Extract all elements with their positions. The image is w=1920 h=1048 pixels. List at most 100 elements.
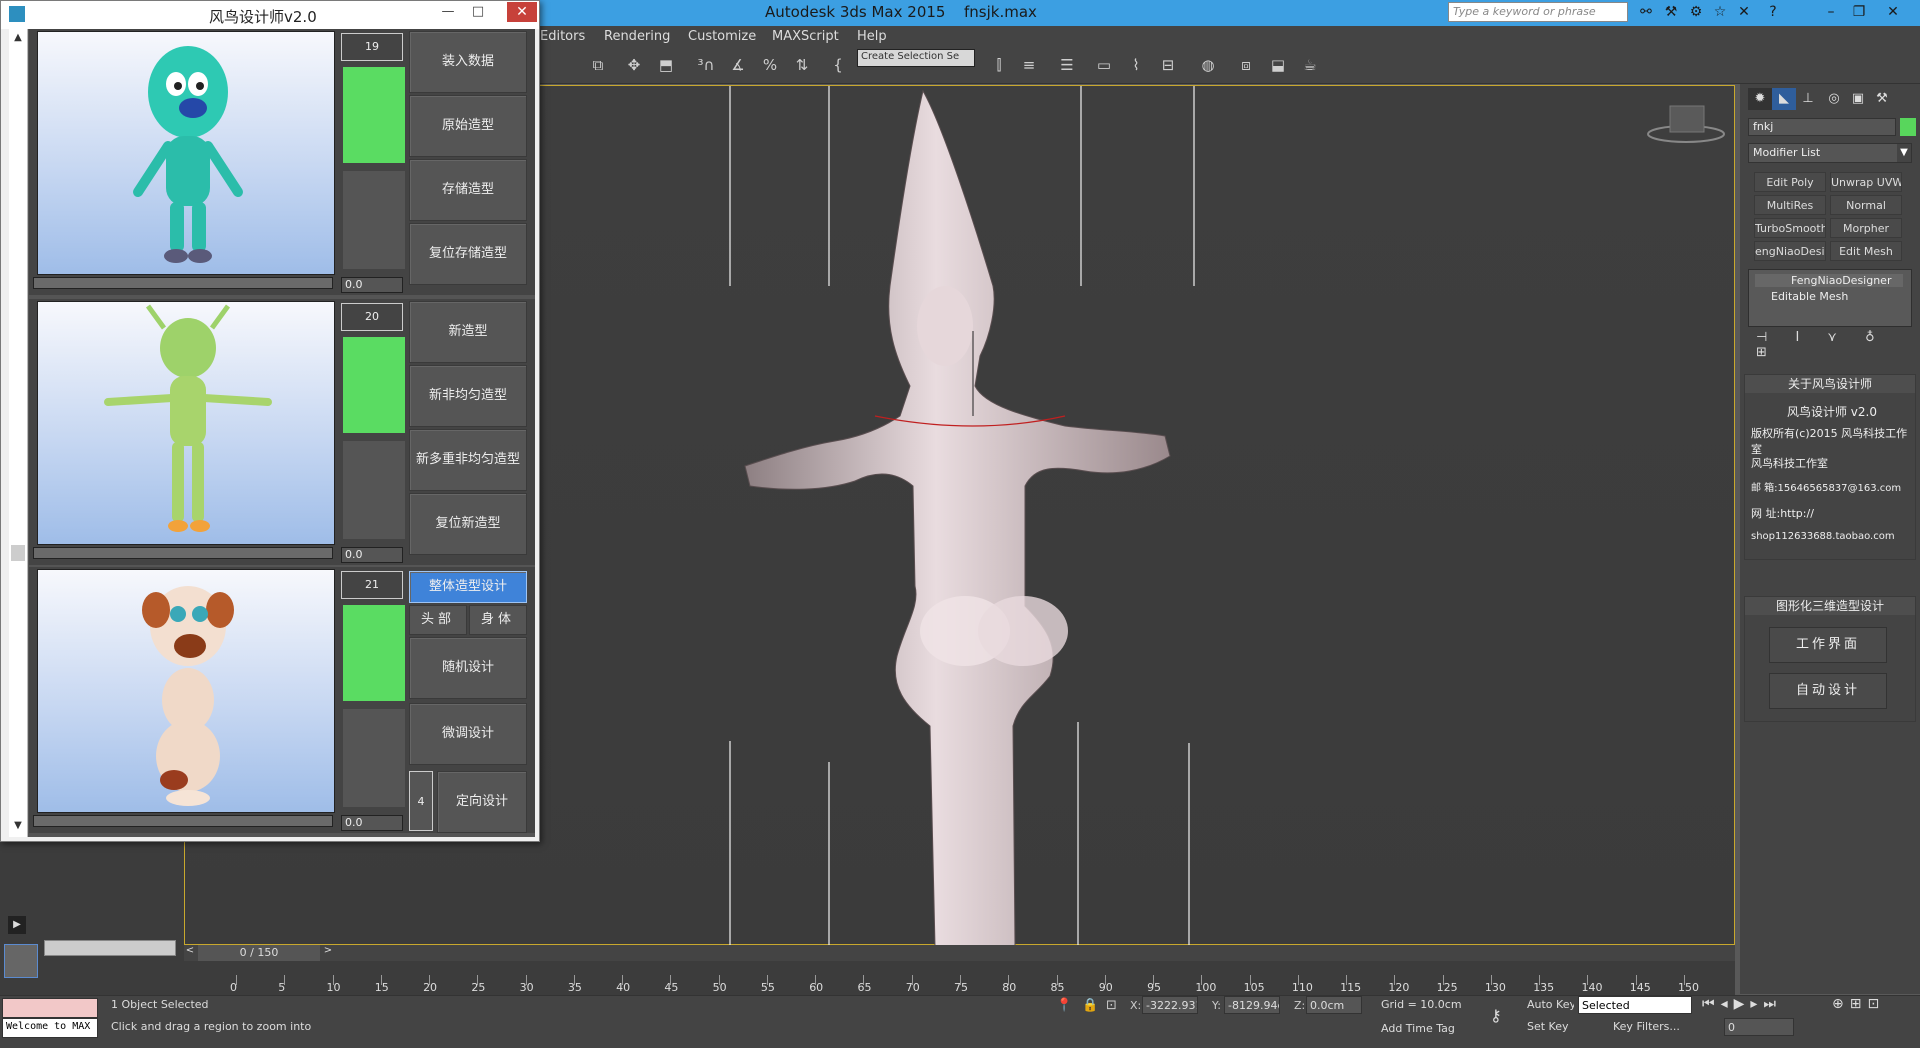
auto-key-button[interactable]: Auto Key [1524, 996, 1574, 1014]
preview-image-1[interactable] [37, 31, 335, 275]
gray-swatch-2[interactable] [343, 441, 405, 539]
new-multi-nonuniform-shape-button[interactable]: 新多重非均匀造型 [409, 429, 527, 491]
value-spinner-2[interactable]: 0.0 [341, 547, 403, 563]
hierarchy-tab-icon[interactable]: ⊥ [1796, 88, 1820, 110]
fine-tune-design-button[interactable]: 微调设计 [409, 703, 527, 765]
design-rollout-header[interactable]: 图形化三维造型设计 [1745, 597, 1915, 615]
modifier-edit-mesh-button[interactable]: Edit Mesh [1830, 241, 1902, 261]
value-spinner-3[interactable]: 0.0 [341, 815, 403, 831]
key-filters-button[interactable]: Key Filters... [1610, 1018, 1696, 1036]
time-position[interactable]: 0 / 150 [198, 945, 320, 961]
preview-scrollbar-1[interactable] [33, 277, 333, 289]
key-mode-dropdown[interactable]: Selected [1578, 996, 1692, 1014]
workspace-button[interactable]: 工作界面 [1769, 627, 1887, 663]
teapot-icon[interactable]: ☕ [1298, 53, 1322, 77]
body-button[interactable]: 身体 [469, 605, 527, 635]
new-nonuniform-shape-button[interactable]: 新非均匀造型 [409, 365, 527, 427]
stack-tools-row[interactable]: ⊣ Ⅰ ⋎ ♁ ⊞ [1748, 330, 1912, 360]
tools-icon[interactable]: ⚒ [1662, 3, 1680, 21]
rendered-frame-icon[interactable]: ⬓ [1266, 53, 1290, 77]
color-swatch-1[interactable] [343, 67, 405, 163]
abs-mode-icon[interactable]: ⊡ [1106, 998, 1117, 1013]
menu-maxscript[interactable]: MAXScript [772, 29, 839, 44]
close-icon[interactable]: ✕ [1882, 2, 1904, 22]
selection-set-dropdown[interactable]: Create Selection Se [857, 49, 975, 67]
random-design-button[interactable]: 随机设计 [409, 637, 527, 699]
x-coordinate[interactable]: -3222.931 [1142, 996, 1198, 1014]
play-small-icon[interactable]: ▶ [8, 916, 26, 934]
bind-icon[interactable]: ⧉ [586, 53, 610, 77]
move-icon[interactable]: ✥ [622, 53, 646, 77]
edit-named-icon[interactable]: { [826, 53, 850, 77]
spinner-snap-icon[interactable]: ⇅ [790, 53, 814, 77]
place-icon[interactable]: ⬒ [654, 53, 678, 77]
set-key-button[interactable]: Set Key [1524, 1018, 1574, 1036]
binoculars-icon[interactable]: ⚯ [1637, 3, 1655, 21]
timeline-ruler[interactable]: 0 5 10 15 20 25 30 35 40 45 50 55 60 65 70 75 80 85 90 95 10… [184, 961, 1735, 995]
counter-box[interactable]: 4 [409, 771, 433, 831]
chevron-right-icon[interactable]: > [322, 945, 334, 961]
directed-design-button[interactable]: 定向设计 [437, 771, 527, 833]
slot-number-3[interactable]: 21 [341, 571, 403, 599]
value-spinner-1[interactable]: 0.0 [341, 277, 403, 293]
slot-number-1[interactable]: 19 [341, 33, 403, 61]
align-icon[interactable]: ≡ [1017, 53, 1041, 77]
menu-rendering[interactable]: Rendering [604, 29, 670, 44]
stack-item-fengniao[interactable]: FengNiaoDesigner [1755, 274, 1903, 287]
modifier-edit-poly-button[interactable]: Edit Poly [1754, 172, 1826, 192]
color-swatch-2[interactable] [343, 337, 405, 433]
mirror-icon[interactable]: ⫿ [987, 53, 1011, 77]
snap-3d-icon[interactable]: ³∩ [694, 53, 718, 77]
menu-editors[interactable]: Editors [540, 29, 585, 44]
viewport-nav-controls[interactable]: ⊕⊞⊡ [1832, 996, 1885, 1012]
modifier-turbosmooth-button[interactable]: TurboSmooth [1754, 218, 1826, 238]
minimize-icon[interactable]: – [1820, 2, 1842, 22]
help-icon[interactable]: ? [1764, 3, 1782, 21]
stack-item-editable-mesh[interactable]: Editable Mesh [1755, 290, 1848, 303]
layout-thumbnail[interactable] [4, 944, 38, 978]
layout-scrollbar[interactable] [44, 940, 176, 956]
chevron-down-icon[interactable]: ▼ [1897, 144, 1911, 162]
modifier-list-dropdown[interactable]: Modifier List [1748, 143, 1912, 163]
display-tab-icon[interactable]: ▣ [1846, 88, 1870, 110]
ribbon-icon[interactable]: ▭ [1092, 53, 1116, 77]
overall-design-button[interactable]: 整体造型设计 [409, 571, 527, 603]
gray-swatch-1[interactable] [343, 171, 405, 269]
plugin-close-icon[interactable]: ✕ [507, 2, 537, 22]
object-name-field[interactable]: fnkj [1748, 118, 1896, 136]
scroll-down-icon[interactable]: ▼ [11, 819, 25, 833]
preview-image-3[interactable] [37, 569, 335, 813]
load-data-button[interactable]: 装入数据 [409, 31, 527, 93]
render-setup-icon[interactable]: ⧈ [1234, 53, 1258, 77]
signin-icon[interactable]: ⚙ [1687, 3, 1705, 21]
playback-controls[interactable]: ⏮◂▶▸⏭ [1702, 996, 1782, 1012]
schematic-icon[interactable]: ⊟ [1156, 53, 1180, 77]
modify-tab-icon[interactable]: ◣ [1772, 88, 1796, 110]
utilities-tab-icon[interactable]: ⚒ [1870, 88, 1894, 110]
angle-snap-icon[interactable]: ∡ [726, 53, 750, 77]
new-shape-button[interactable]: 新造型 [409, 301, 527, 363]
material-editor-icon[interactable]: ◍ [1196, 53, 1220, 77]
plugin-scrollbar[interactable]: ▲ ▼ [9, 29, 28, 837]
head-button[interactable]: 头部 [409, 605, 467, 635]
modifier-normal-button[interactable]: Normal [1830, 195, 1902, 215]
chevron-left-icon[interactable]: < [184, 945, 196, 961]
reset-new-shape-button[interactable]: 复位新造型 [409, 493, 527, 555]
exchange-icon[interactable]: ✕ [1735, 3, 1753, 21]
preview-scrollbar-3[interactable] [33, 815, 333, 827]
about-rollout-header[interactable]: 关于风鸟设计师 [1745, 375, 1915, 393]
gray-swatch-3[interactable] [343, 709, 405, 807]
preview-image-2[interactable] [37, 301, 335, 545]
modifier-fengniao-button[interactable]: engNiaoDesign [1754, 241, 1826, 261]
motion-tab-icon[interactable]: ◎ [1822, 88, 1846, 110]
y-coordinate[interactable]: -8129.94cr [1224, 996, 1280, 1014]
auto-design-button[interactable]: 自动设计 [1769, 673, 1887, 709]
preview-scrollbar-2[interactable] [33, 547, 333, 559]
menu-customize[interactable]: Customize [688, 29, 756, 44]
slot-number-2[interactable]: 20 [341, 303, 403, 331]
object-color-swatch[interactable] [1900, 118, 1916, 136]
modifier-morpher-button[interactable]: Morpher [1830, 218, 1902, 238]
layers-icon[interactable]: ☰ [1055, 53, 1079, 77]
modifier-unwrap-uvw-button[interactable]: Unwrap UVW [1830, 172, 1902, 192]
restore-icon[interactable]: ❐ [1848, 2, 1870, 22]
